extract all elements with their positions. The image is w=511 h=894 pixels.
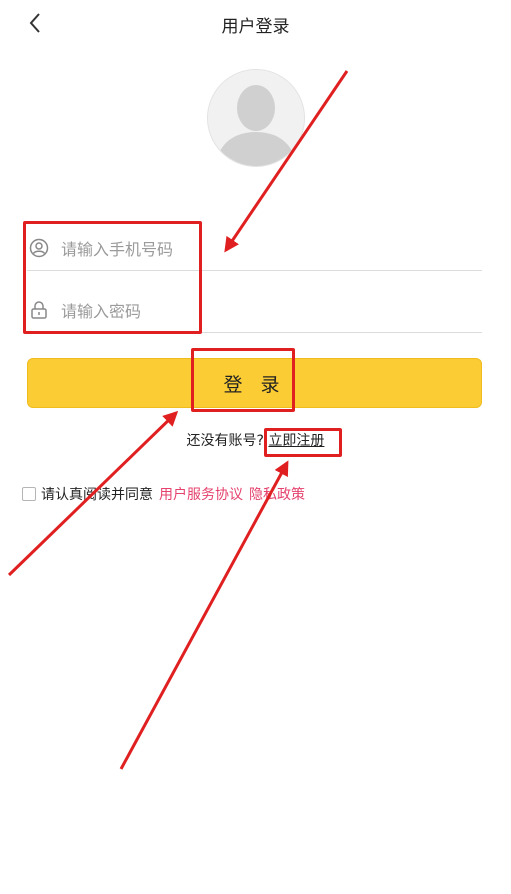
annotation-arrow-register (119, 460, 289, 770)
phone-input[interactable] (59, 234, 463, 264)
phone-field (27, 226, 482, 271)
user-circle-icon (29, 238, 49, 258)
privacy-link[interactable]: 隐私政策 (249, 484, 305, 504)
user-silhouette-icon (208, 70, 304, 166)
header-bar: 用户登录 (0, 0, 511, 46)
page-title: 用户登录 (221, 17, 290, 37)
avatar (207, 69, 305, 167)
register-prompt: 还没有账号? (186, 433, 264, 449)
agreement-checkbox[interactable] (22, 487, 36, 501)
agreement-text: 请认真阅读并同意 (41, 487, 153, 503)
lock-icon (31, 301, 47, 319)
password-field (27, 288, 482, 333)
register-link[interactable]: 立即注册 (268, 433, 324, 449)
login-button[interactable]: 登 录 (27, 358, 482, 408)
password-input[interactable] (59, 296, 463, 326)
terms-link[interactable]: 用户服务协议 (159, 484, 243, 504)
agreement-line: 请认真阅读并同意 用户服务协议 隐私政策 (22, 484, 305, 504)
register-prompt-line: 还没有账号? 立即注册 (0, 430, 511, 450)
